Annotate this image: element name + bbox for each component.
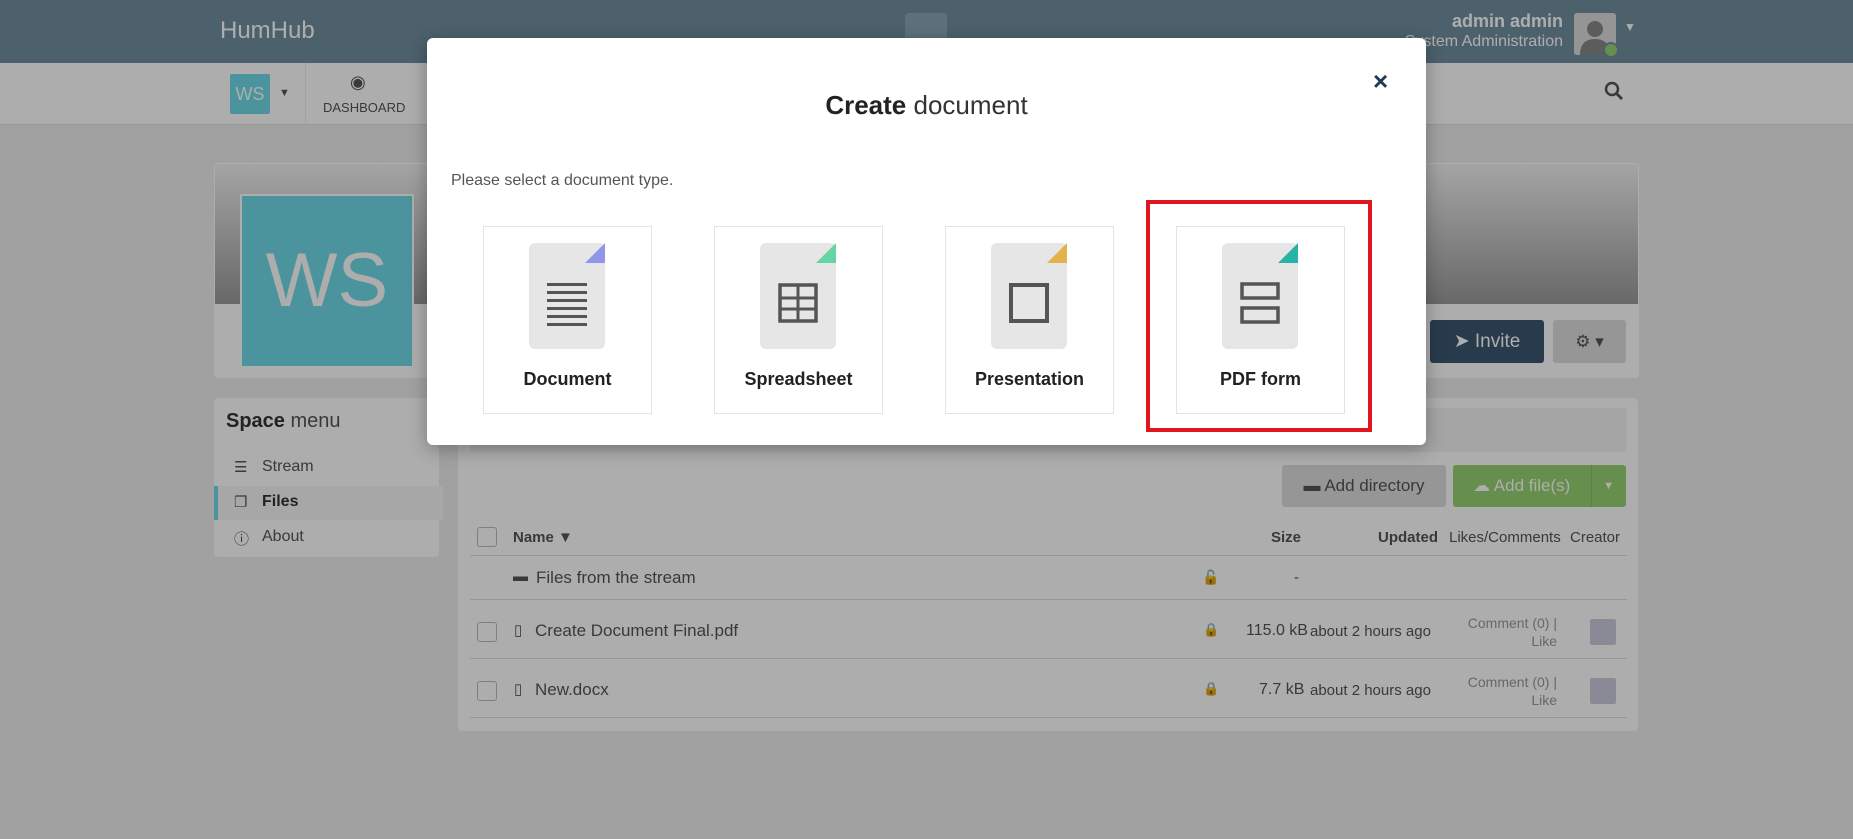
close-icon[interactable]: × [1373,66,1388,97]
modal-title: Create document [825,90,1028,120]
selection-highlight [1146,200,1372,432]
document-type-label: Presentation [974,369,1085,389]
presentation-icon [991,243,1067,349]
modal-hint: Please select a document type. [451,172,674,189]
spreadsheet-icon [760,243,836,349]
document-icon [529,243,605,349]
document-type-label: Document [523,369,612,389]
document-type-presentation[interactable]: Presentation [945,226,1114,414]
document-type-label: Spreadsheet [744,369,853,389]
document-type-spreadsheet[interactable]: Spreadsheet [714,226,883,414]
document-type-document[interactable]: Document [483,226,652,414]
